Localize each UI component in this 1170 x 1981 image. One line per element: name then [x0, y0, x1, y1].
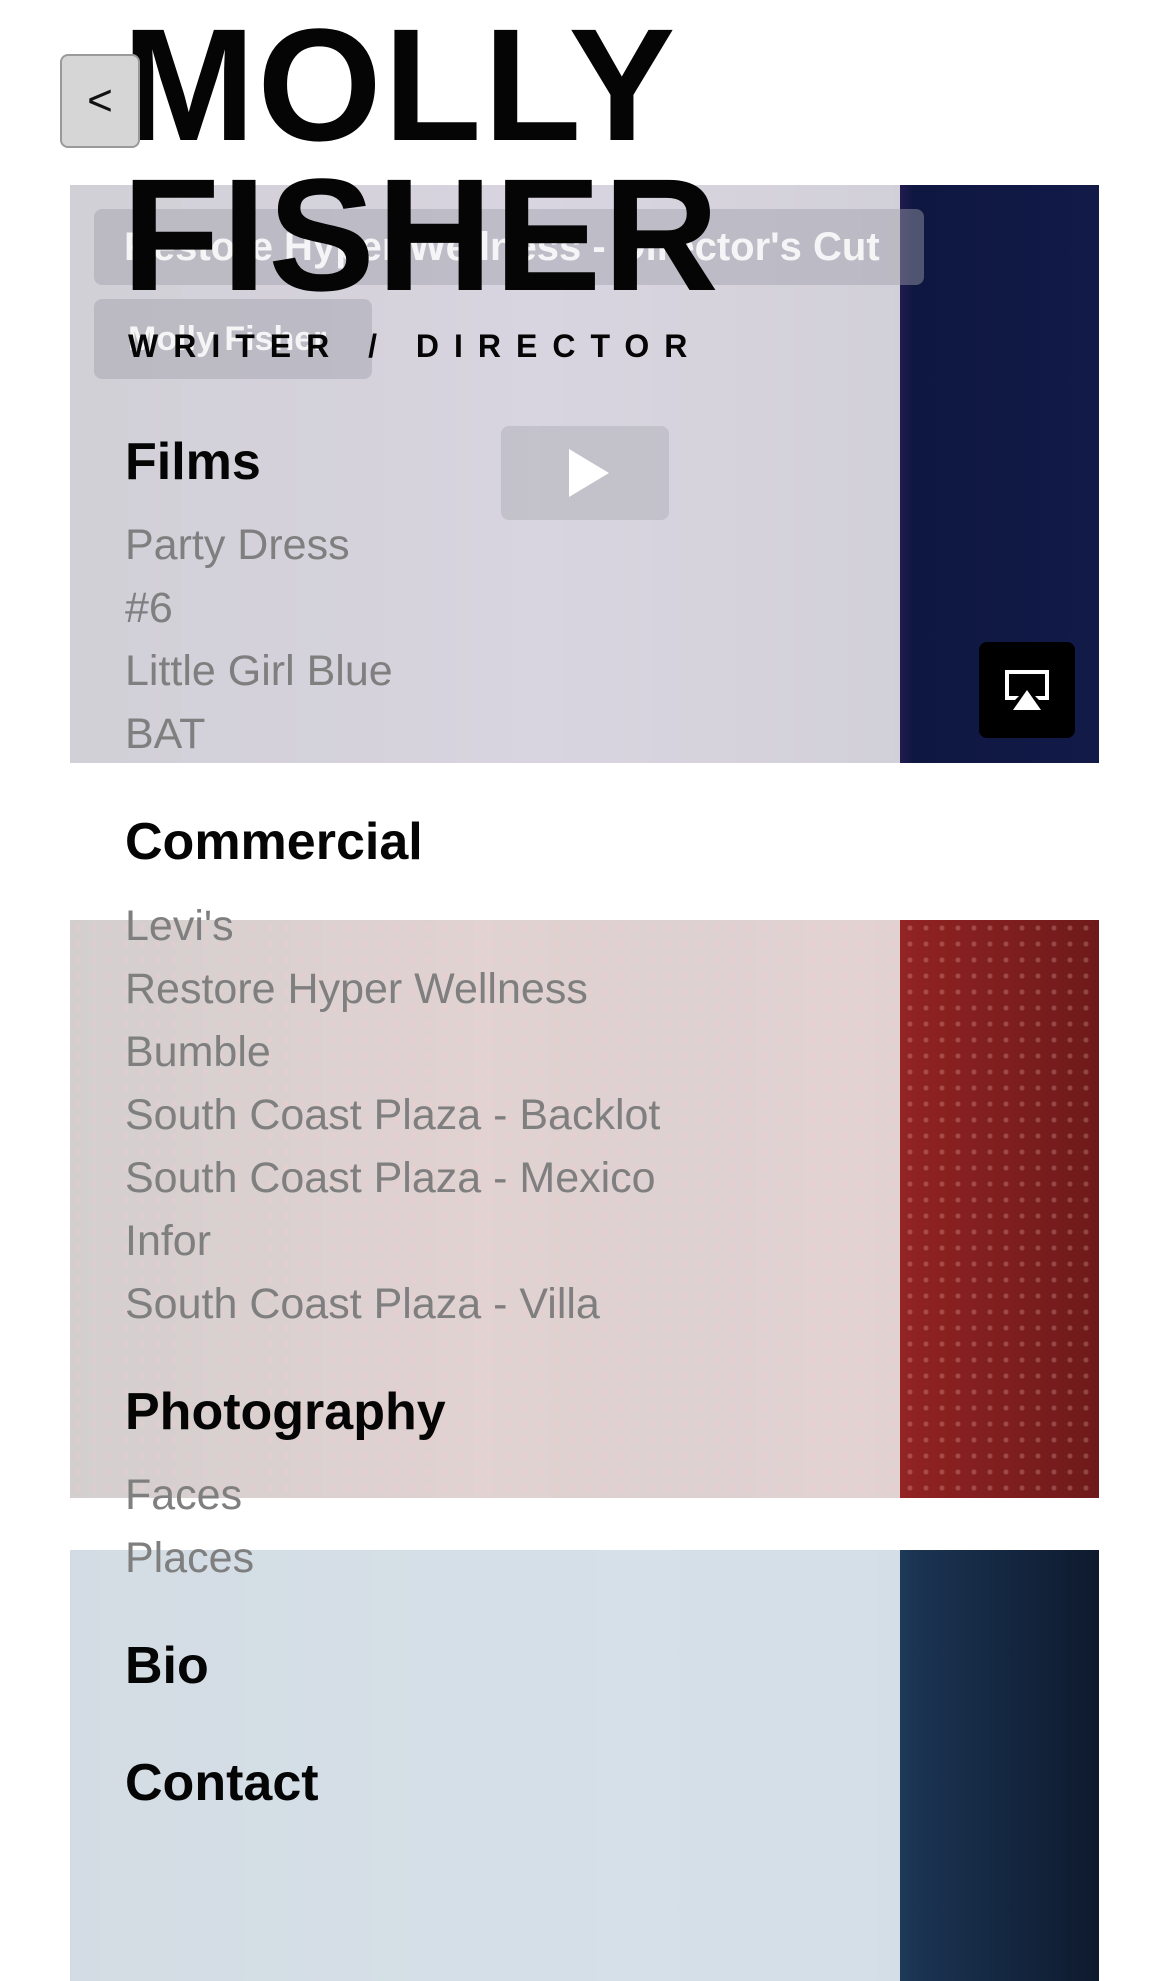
photography-list: Faces Places: [125, 1464, 254, 1590]
nav-item-south-coast-plaza-backlot[interactable]: South Coast Plaza - Backlot: [125, 1084, 660, 1147]
films-list: Party Dress #6 Little Girl Blue BAT: [125, 514, 393, 766]
site-subtitle: WRITER / DIRECTOR: [128, 328, 703, 364]
nav-heading-films[interactable]: Films: [125, 432, 261, 492]
nav-item-restore-hyper-wellness[interactable]: Restore Hyper Wellness: [125, 958, 660, 1021]
play-icon: [569, 449, 609, 497]
commercial-list: Levi's Restore Hyper Wellness Bumble Sou…: [125, 895, 660, 1336]
nav-heading-contact[interactable]: Contact: [125, 1753, 319, 1813]
nav-item-south-coast-plaza-mexico[interactable]: South Coast Plaza - Mexico: [125, 1147, 660, 1210]
nav-item-south-coast-plaza-villa[interactable]: South Coast Plaza - Villa: [125, 1273, 660, 1336]
airplay-icon: [1005, 670, 1049, 710]
nav-item-places[interactable]: Places: [125, 1527, 254, 1590]
nav-item-levis[interactable]: Levi's: [125, 895, 660, 958]
nav-heading-bio[interactable]: Bio: [125, 1636, 209, 1696]
nav-item-bat[interactable]: BAT: [125, 703, 393, 766]
nav-item-faces[interactable]: Faces: [125, 1464, 254, 1527]
nav-heading-commercial[interactable]: Commercial: [125, 812, 423, 872]
back-button[interactable]: <: [60, 54, 140, 148]
nav-item-little-girl-blue[interactable]: Little Girl Blue: [125, 640, 393, 703]
nav-item-party-dress[interactable]: Party Dress: [125, 514, 393, 577]
play-button[interactable]: [501, 426, 669, 520]
nav-item-6[interactable]: #6: [125, 577, 393, 640]
nav-heading-photography[interactable]: Photography: [125, 1382, 446, 1442]
site-title[interactable]: MOLLY FISHER: [122, 5, 721, 315]
nav-item-infor[interactable]: Infor: [125, 1210, 660, 1273]
chevron-left-icon: <: [87, 76, 113, 125]
nav-item-bumble[interactable]: Bumble: [125, 1021, 660, 1084]
airplay-button[interactable]: [979, 642, 1075, 738]
